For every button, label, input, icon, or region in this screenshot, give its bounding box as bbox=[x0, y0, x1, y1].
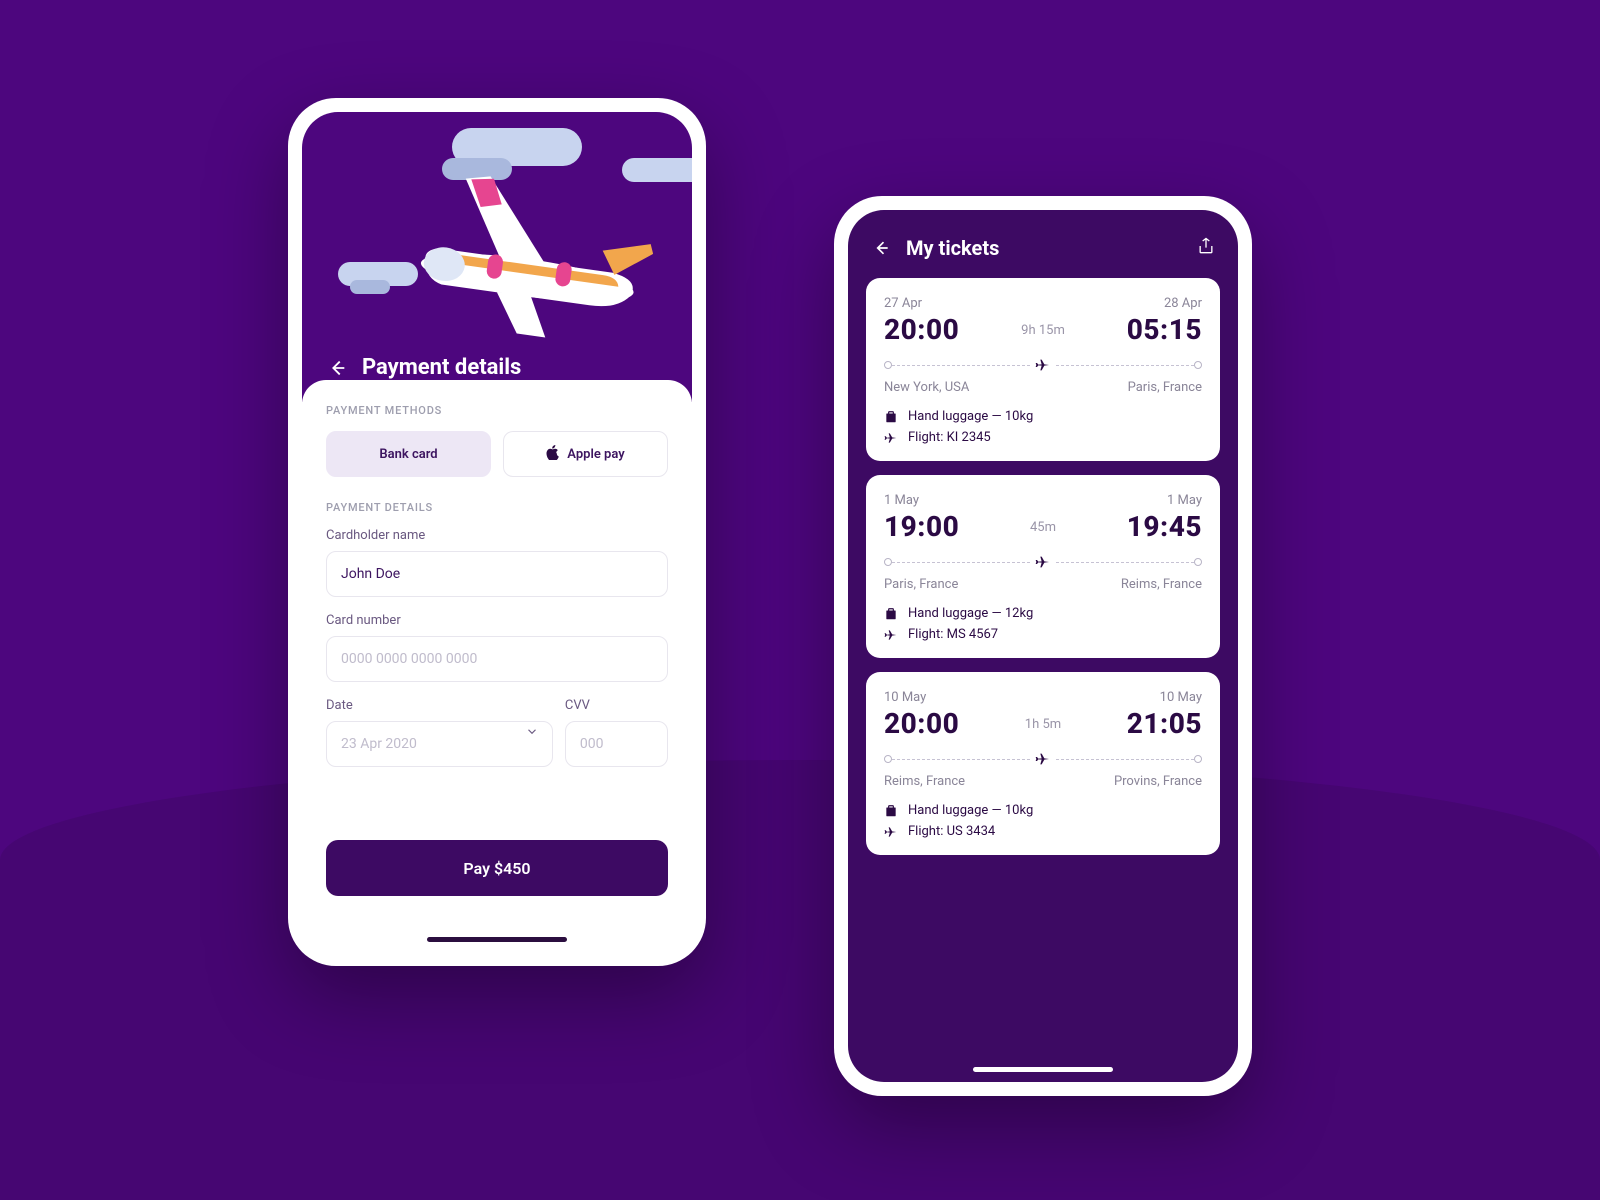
flight-route-line bbox=[884, 750, 1202, 768]
payment-method-bank-card[interactable]: Bank card bbox=[326, 431, 491, 477]
page-title: Payment details bbox=[362, 355, 521, 380]
plane-icon bbox=[884, 628, 898, 642]
luggage-icon bbox=[884, 804, 898, 818]
section-label-details: PAYMENT DETAILS bbox=[326, 501, 668, 514]
from-city: Reims, France bbox=[884, 774, 965, 789]
method-label: Bank card bbox=[379, 447, 437, 462]
departure-date: 1 May bbox=[884, 493, 959, 508]
ticket-card[interactable]: 27 Apr 20:00 9h 15m 28 Apr 05:15 New York,… bbox=[866, 278, 1220, 461]
cardnumber-label: Card number bbox=[326, 613, 668, 628]
to-city: Provins, France bbox=[1114, 774, 1202, 789]
luggage-icon bbox=[884, 410, 898, 424]
departure-time: 20:00 bbox=[884, 707, 959, 740]
plane-icon bbox=[1034, 356, 1052, 374]
plane-icon bbox=[1034, 553, 1052, 571]
arrival-time: 05:15 bbox=[1127, 313, 1202, 346]
departure-date: 27 Apr bbox=[884, 296, 959, 311]
luggage-text: Hand luggage — 10kg bbox=[908, 803, 1033, 818]
back-arrow-icon[interactable] bbox=[870, 237, 892, 259]
flight-number: Flight: US 3434 bbox=[908, 824, 995, 839]
date-select[interactable] bbox=[326, 721, 553, 767]
flight-duration: 1h 5m bbox=[1025, 717, 1061, 732]
share-icon[interactable] bbox=[1196, 236, 1216, 260]
payment-method-apple-pay[interactable]: Apple pay bbox=[503, 431, 668, 477]
airplane-illustration bbox=[362, 153, 662, 350]
apple-icon bbox=[546, 445, 559, 464]
cardholder-input[interactable] bbox=[326, 551, 668, 597]
flight-number: Flight: KI 2345 bbox=[908, 430, 991, 445]
flight-duration: 9h 15m bbox=[1021, 323, 1065, 338]
date-label: Date bbox=[326, 698, 553, 713]
departure-time: 19:00 bbox=[884, 510, 959, 543]
departure-date: 10 May bbox=[884, 690, 959, 705]
ticket-list: 27 Apr 20:00 9h 15m 28 Apr 05:15 New York,… bbox=[848, 278, 1238, 855]
method-label: Apple pay bbox=[567, 447, 624, 462]
luggage-icon bbox=[884, 607, 898, 621]
arrival-time: 21:05 bbox=[1127, 707, 1202, 740]
flight-route-line bbox=[884, 356, 1202, 374]
phone-payment: Payment details PAYMENT METHODS Bank car… bbox=[288, 98, 706, 966]
flight-number: Flight: MS 4567 bbox=[908, 627, 998, 642]
cvv-label: CVV bbox=[565, 698, 668, 713]
cardnumber-input[interactable] bbox=[326, 636, 668, 682]
arrival-date: 28 Apr bbox=[1164, 296, 1202, 311]
payment-hero: Payment details bbox=[302, 112, 692, 402]
flight-duration: 45m bbox=[1030, 520, 1056, 535]
pay-button[interactable]: Pay $450 bbox=[326, 840, 668, 896]
cloud-icon bbox=[622, 158, 692, 182]
luggage-text: Hand luggage — 10kg bbox=[908, 409, 1033, 424]
departure-time: 20:00 bbox=[884, 313, 959, 346]
phone-tickets: My tickets 27 Apr 20:00 9h 15m 28 Apr 05:1… bbox=[834, 196, 1252, 1096]
home-indicator[interactable] bbox=[427, 937, 567, 942]
arrival-date: 1 May bbox=[1167, 493, 1202, 508]
flight-route-line bbox=[884, 553, 1202, 571]
arrival-time: 19:45 bbox=[1127, 510, 1202, 543]
section-label-methods: PAYMENT METHODS bbox=[326, 404, 668, 417]
back-arrow-icon[interactable] bbox=[326, 357, 348, 379]
plane-icon bbox=[884, 431, 898, 445]
arrival-date: 10 May bbox=[1160, 690, 1202, 705]
ticket-card[interactable]: 10 May 20:00 1h 5m 10 May 21:05 Reims, Fra… bbox=[866, 672, 1220, 855]
plane-icon bbox=[1034, 750, 1052, 768]
to-city: Reims, France bbox=[1121, 577, 1202, 592]
to-city: Paris, France bbox=[1128, 380, 1202, 395]
cvv-input[interactable] bbox=[565, 721, 668, 767]
cardholder-label: Cardholder name bbox=[326, 528, 668, 543]
home-indicator[interactable] bbox=[973, 1067, 1113, 1072]
ticket-card[interactable]: 1 May 19:00 45m 1 May 19:45 Paris, France R… bbox=[866, 475, 1220, 658]
page-title: My tickets bbox=[906, 236, 1182, 260]
plane-icon bbox=[884, 825, 898, 839]
from-city: Paris, France bbox=[884, 577, 958, 592]
from-city: New York, USA bbox=[884, 380, 969, 395]
luggage-text: Hand luggage — 12kg bbox=[908, 606, 1033, 621]
